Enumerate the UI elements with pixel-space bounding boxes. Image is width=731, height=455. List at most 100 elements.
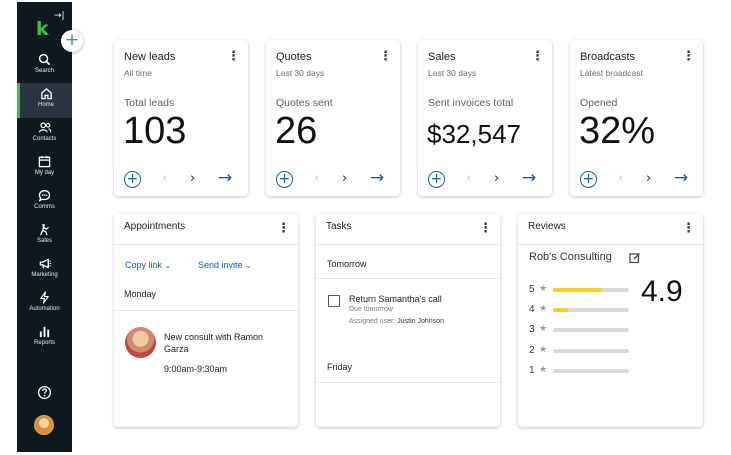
plus-icon: + xyxy=(64,30,80,50)
metric-value: 103 xyxy=(123,110,187,152)
sidebar-item-label: Sales xyxy=(36,238,52,244)
add-icon[interactable]: + xyxy=(276,171,293,188)
sidebar-item-home[interactable]: Home xyxy=(17,83,72,118)
collapse-sidebar-icon[interactable]: →| xyxy=(54,11,65,21)
star-icon: ★ xyxy=(539,304,548,314)
divider xyxy=(114,310,298,311)
divider xyxy=(316,278,500,279)
more-options-icon[interactable]: ⋮ xyxy=(531,50,544,63)
average-rating: 4.9 xyxy=(641,275,683,308)
appointment-title[interactable]: New consult with Ramon Garza xyxy=(164,331,284,355)
rating-row-2: 2 ★ xyxy=(529,345,639,357)
send-invite-button[interactable]: Send invite ⌄ xyxy=(198,260,252,270)
metric-value: $32,547 xyxy=(427,119,521,149)
sidebar-item-label: Comms xyxy=(34,204,55,210)
star-icon: ★ xyxy=(539,324,548,334)
metric-label: Sent invoices total xyxy=(428,97,514,109)
more-options-icon[interactable]: ⋮ xyxy=(682,222,695,235)
card-title: New leads xyxy=(124,51,176,63)
more-options-icon[interactable]: ⋮ xyxy=(379,50,392,63)
rating-star-count: 2 xyxy=(529,345,535,356)
task-checkbox[interactable] xyxy=(328,295,340,307)
sidebar-item-label: Marketing xyxy=(31,272,58,278)
rating-bar xyxy=(553,308,629,312)
kpi-card-sales: Sales ⋮ Last 30 days Sent invoices total… xyxy=(418,40,552,196)
next-icon[interactable]: › xyxy=(646,171,651,186)
more-options-icon[interactable]: ⋮ xyxy=(227,50,240,63)
create-new-button[interactable]: + xyxy=(61,30,83,52)
task-title[interactable]: Return Samantha's call xyxy=(349,294,442,304)
more-options-icon[interactable]: ⋮ xyxy=(277,222,290,235)
sidebar-item-label: Contacts xyxy=(32,136,57,142)
appointment-day: Monday xyxy=(124,289,157,299)
chat-icon xyxy=(38,190,51,202)
previous-icon[interactable]: ‹ xyxy=(162,171,167,186)
card-title: Quotes xyxy=(276,51,312,63)
rating-bar-fill xyxy=(553,288,603,292)
rating-bar xyxy=(553,349,629,353)
avatar xyxy=(125,327,156,358)
kpi-card-quotes: Quotes ⋮ Last 30 days Quotes sent 26 + ‹… xyxy=(266,40,400,196)
sales-icon xyxy=(40,224,49,236)
business-name: Rob's Consulting xyxy=(529,251,612,263)
rating-bar xyxy=(553,328,629,332)
sidebar-item-marketing[interactable]: Marketing xyxy=(17,256,72,290)
rating-row-4: 4 ★ xyxy=(529,304,639,316)
appointment-time: 9:00am-9:30am xyxy=(164,364,228,374)
add-icon[interactable]: + xyxy=(124,171,141,188)
sidebar-item-contacts[interactable]: Contacts xyxy=(17,120,72,154)
sidebar-item-label: Automation xyxy=(29,306,60,312)
sidebar-item-my-day[interactable]: My day xyxy=(17,154,72,188)
edit-icon[interactable] xyxy=(629,252,641,264)
previous-icon[interactable]: ‹ xyxy=(618,171,623,186)
help-button[interactable] xyxy=(37,385,52,405)
rating-bar-fill xyxy=(553,308,569,312)
task-due: Due tomorrow xyxy=(349,306,393,313)
bar-chart-icon xyxy=(39,326,50,338)
sidebar-item-label: Reports xyxy=(33,340,55,346)
copy-link-button[interactable]: Copy link ⌄ xyxy=(125,260,171,270)
rating-star-count: 4 xyxy=(529,304,535,315)
rating-row-1: 1 ★ xyxy=(529,365,639,377)
sidebar-item-automation[interactable]: Automation xyxy=(17,290,72,324)
card-subtitle: Last 30 days xyxy=(276,68,325,78)
arrow-right-icon[interactable]: → xyxy=(674,168,688,188)
star-icon: ★ xyxy=(539,345,548,355)
arrow-right-icon[interactable]: → xyxy=(218,168,232,188)
divider xyxy=(114,244,298,245)
bolt-icon xyxy=(40,291,49,304)
divider xyxy=(316,244,500,245)
star-icon: ★ xyxy=(539,284,548,294)
metric-label: Quotes sent xyxy=(276,97,333,109)
sidebar-item-sales[interactable]: Sales xyxy=(17,222,72,256)
card-title: Appointments xyxy=(124,221,186,232)
arrow-right-icon[interactable]: → xyxy=(522,168,536,188)
rating-row-3: 3 ★ xyxy=(529,324,639,336)
more-options-icon[interactable]: ⋮ xyxy=(479,222,492,235)
card-subtitle: Latest broadcast xyxy=(580,68,643,78)
assigned-user: Justin Johnson xyxy=(397,318,444,325)
divider xyxy=(316,382,500,383)
next-icon[interactable]: › xyxy=(494,171,499,186)
rating-star-count: 1 xyxy=(529,365,535,376)
rating-row-5: 5 ★ xyxy=(529,284,639,296)
card-title: Broadcasts xyxy=(580,51,636,63)
metric-label: Opened xyxy=(580,97,618,109)
more-options-icon[interactable]: ⋮ xyxy=(682,50,695,63)
sidebar-item-reports[interactable]: Reports xyxy=(17,324,72,358)
add-icon[interactable]: + xyxy=(580,171,597,188)
add-icon[interactable]: + xyxy=(428,171,445,188)
card-subtitle: Last 30 days xyxy=(428,68,477,78)
previous-icon[interactable]: ‹ xyxy=(314,171,319,186)
previous-icon[interactable]: ‹ xyxy=(466,171,471,186)
task-group-label: Friday xyxy=(327,362,353,372)
card-title: Reviews xyxy=(528,221,566,232)
sidebar-item-comms[interactable]: Comms xyxy=(17,188,72,222)
sidebar-item-search[interactable]: Search xyxy=(17,52,72,86)
star-icon: ★ xyxy=(539,365,548,375)
user-avatar[interactable] xyxy=(34,415,54,435)
next-icon[interactable]: › xyxy=(342,171,347,186)
next-icon[interactable]: › xyxy=(190,171,195,186)
arrow-right-icon[interactable]: → xyxy=(370,168,384,188)
sidebar-item-label: Home xyxy=(37,102,54,108)
